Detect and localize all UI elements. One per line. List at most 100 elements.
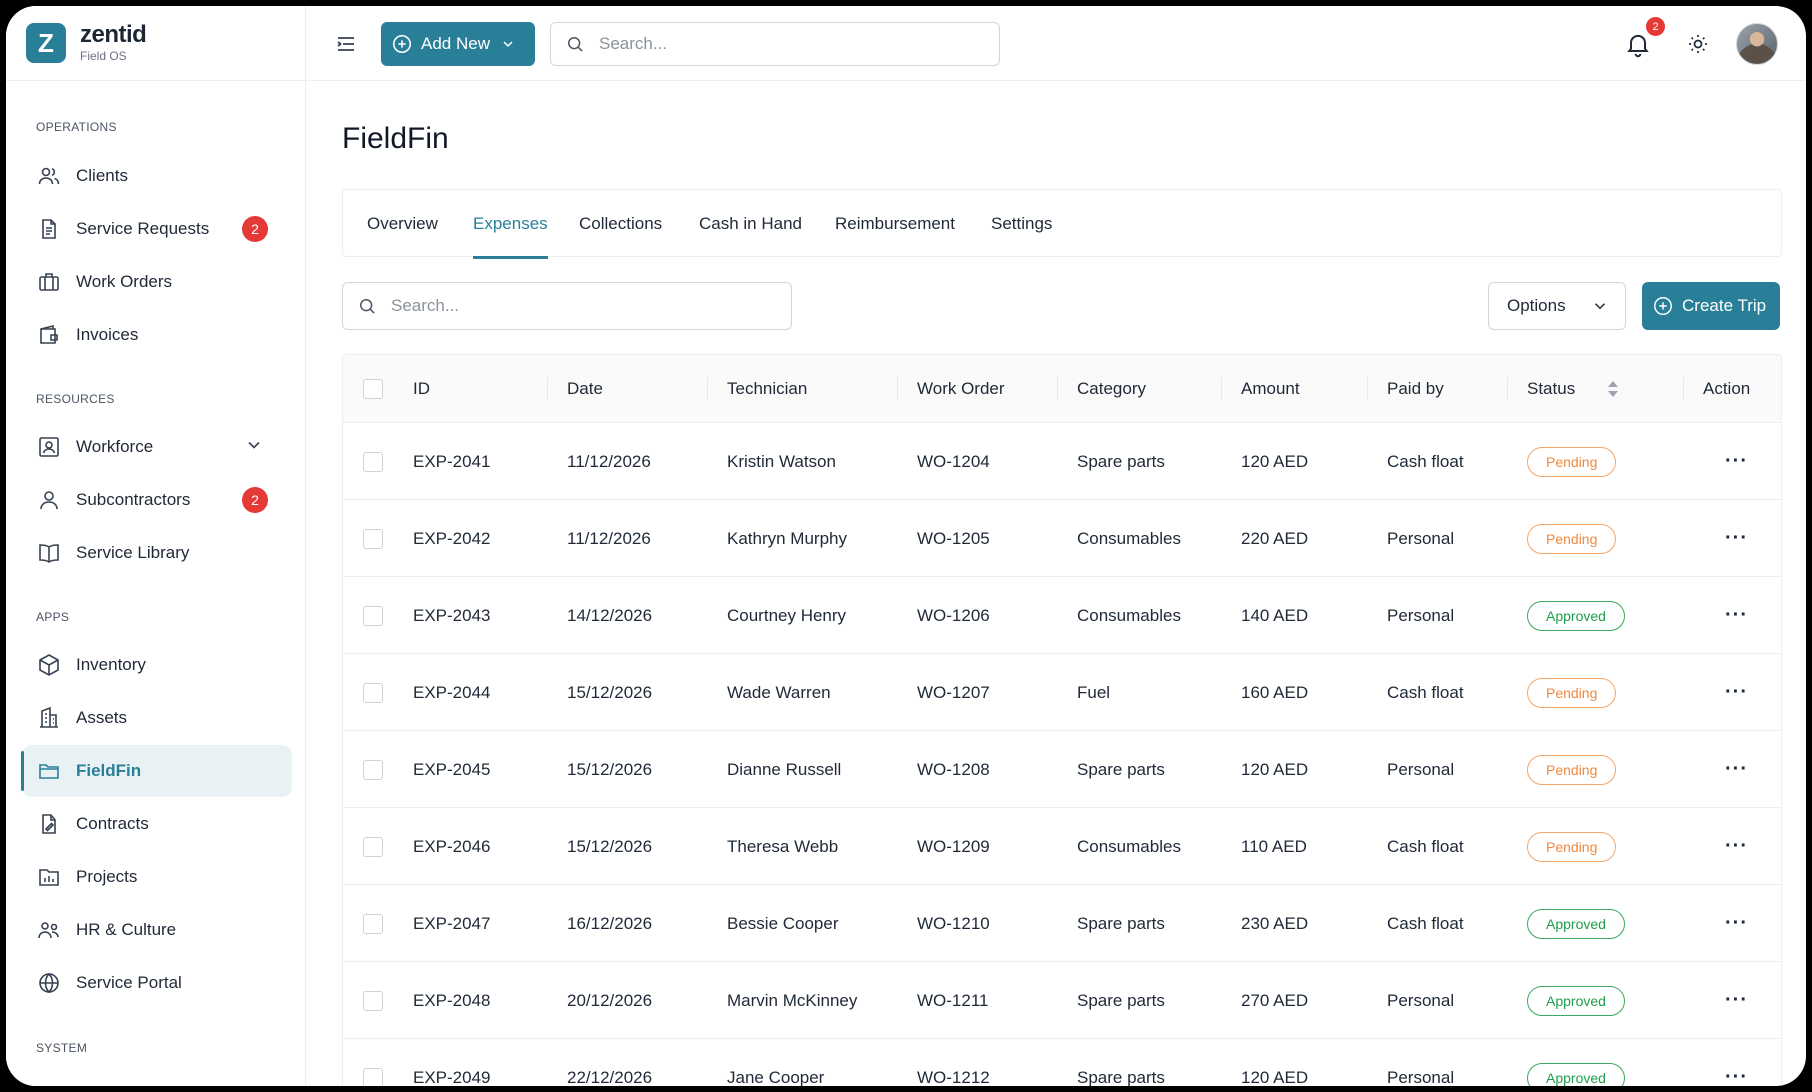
table-row[interactable]: EXP-2047 16/12/2026 Bessie Cooper WO-1210 Sp… (343, 885, 1781, 962)
col-status[interactable]: Status (1527, 355, 1575, 423)
cell-id: EXP-2043 (413, 605, 491, 625)
chevron-down-icon (1594, 303, 1606, 310)
sidebar-item-service-requests[interactable]: Service Requests 2 (22, 203, 292, 255)
row-checkbox[interactable] (363, 654, 383, 731)
cell-category: Spare parts (1077, 1067, 1165, 1087)
wallet-icon (36, 322, 62, 348)
sidebar-item-inventory[interactable]: Inventory (22, 639, 292, 691)
cell-amount: 270 AED (1241, 990, 1309, 1010)
chevron-down-icon[interactable] (244, 435, 264, 460)
cell-category: Consumables (1077, 605, 1181, 625)
more-actions-icon[interactable]: ··· (1725, 808, 1748, 885)
options-dropdown[interactable]: Options (1488, 282, 1626, 330)
row-checkbox[interactable] (363, 885, 383, 962)
more-actions-icon[interactable]: ··· (1725, 500, 1748, 577)
cell-paid-by: Personal (1387, 528, 1455, 548)
cell-technician: Kathryn Murphy (727, 528, 847, 548)
globe-icon (36, 970, 62, 996)
cell-amount: 160 AED (1241, 682, 1309, 702)
sort-icon[interactable] (1607, 355, 1619, 423)
table-row[interactable]: EXP-2045 15/12/2026 Dianne Russell WO-1208 S… (343, 731, 1781, 808)
sidebar-item-assets[interactable]: Assets (22, 692, 292, 744)
more-actions-icon[interactable]: ··· (1725, 885, 1748, 962)
table-row[interactable]: EXP-2044 15/12/2026 Wade Warren WO-1207 Fuel… (343, 654, 1781, 731)
cell-date: 20/12/2026 (567, 990, 653, 1010)
sidebar-item-contracts[interactable]: Contracts (22, 798, 292, 850)
cell-category: Fuel (1077, 682, 1111, 702)
row-checkbox[interactable] (363, 808, 383, 885)
table-row[interactable]: EXP-2042 11/12/2026 Kathryn Murphy WO-1205 C… (343, 500, 1781, 577)
more-actions-icon[interactable]: ··· (1725, 423, 1748, 500)
avatar[interactable] (1736, 23, 1778, 65)
row-checkbox[interactable] (363, 423, 383, 500)
cell-status: Pending (1527, 500, 1617, 577)
add-new-label: Add New (421, 34, 490, 53)
tab-reimbursement[interactable]: Reimbursement (835, 190, 955, 258)
col-id: ID (413, 379, 430, 398)
table-search[interactable] (342, 282, 792, 330)
table-search-input[interactable] (391, 296, 751, 316)
cell-date: 15/12/2026 (567, 682, 653, 702)
more-actions-icon[interactable]: ··· (1725, 962, 1748, 1039)
brand[interactable]: Z zentid Field OS (6, 6, 305, 81)
cube-icon (36, 652, 62, 678)
tab-collections[interactable]: Collections (579, 190, 662, 258)
table-row[interactable]: EXP-2049 22/12/2026 Jane Cooper WO-1212 Spar… (343, 1039, 1781, 1086)
table-row[interactable]: EXP-2041 11/12/2026 Kristin Watson WO-1204 S… (343, 423, 1781, 500)
tab-settings[interactable]: Settings (991, 190, 1052, 258)
cell-id: EXP-2041 (413, 451, 491, 471)
more-actions-icon[interactable]: ··· (1725, 731, 1748, 808)
sidebar-item-fieldfin[interactable]: FieldFin (21, 745, 292, 797)
sidebar-item-projects[interactable]: Projects (22, 851, 292, 903)
search-icon (360, 299, 375, 314)
cell-id: EXP-2046 (413, 836, 491, 856)
contract-icon (36, 811, 62, 837)
tab-overview[interactable]: Overview (367, 190, 438, 258)
cell-amount: 110 AED (1241, 836, 1307, 856)
more-actions-icon[interactable]: ··· (1725, 654, 1748, 731)
tab-cash-in-hand[interactable]: Cash in Hand (699, 190, 802, 258)
plus-circle-icon (1654, 297, 1672, 315)
table-row[interactable]: EXP-2043 14/12/2026 Courtney Henry WO-1206 C… (343, 577, 1781, 654)
cell-paid-by: Personal (1387, 1067, 1455, 1087)
brand-subtitle: Field OS (80, 49, 127, 63)
theme-toggle-icon[interactable] (1686, 32, 1710, 61)
cell-technician: Bessie Cooper (727, 913, 839, 933)
cell-category: Spare parts (1077, 451, 1165, 471)
row-checkbox[interactable] (363, 577, 383, 654)
section-resources: RESOURCES (36, 392, 115, 406)
cell-work-order: WO-1206 (917, 605, 990, 625)
cell-paid-by: Personal (1387, 990, 1455, 1010)
tab-expenses[interactable]: Expenses (473, 190, 548, 259)
create-trip-button[interactable]: Create Trip (1642, 282, 1780, 330)
row-checkbox[interactable] (363, 500, 383, 577)
sidebar-item-service-portal[interactable]: Service Portal (22, 957, 292, 1009)
cell-date: 11/12/2026 (567, 451, 651, 471)
sidebar-item-workforce[interactable]: Workforce (22, 421, 292, 473)
row-checkbox[interactable] (363, 1039, 383, 1086)
cell-status: Pending (1527, 731, 1617, 808)
status-badge: Approved (1527, 908, 1625, 939)
sidebar-item-service-library[interactable]: Service Library (22, 527, 292, 579)
sidebar-item-hr-culture[interactable]: HR & Culture (22, 904, 292, 956)
menu-collapse-icon[interactable] (334, 32, 358, 56)
add-new-button[interactable]: Add New (381, 22, 535, 66)
more-actions-icon[interactable]: ··· (1725, 1039, 1748, 1086)
sidebar-item-subcontractors[interactable]: Subcontractors 2 (22, 474, 292, 526)
table-row[interactable]: EXP-2046 15/12/2026 Theresa Webb WO-1209 Con… (343, 808, 1781, 885)
sidebar-item-work-orders[interactable]: Work Orders (22, 256, 292, 308)
global-search[interactable] (550, 22, 1000, 66)
select-all-checkbox[interactable] (363, 355, 383, 423)
row-checkbox[interactable] (363, 962, 383, 1039)
row-checkbox[interactable] (363, 731, 383, 808)
more-actions-icon[interactable]: ··· (1725, 577, 1748, 654)
table-row[interactable]: EXP-2048 20/12/2026 Marvin McKinney WO-1211… (343, 962, 1781, 1039)
sidebar-item-clients[interactable]: Clients (22, 150, 292, 202)
col-paid-by: Paid by (1387, 379, 1444, 398)
sidebar-item-label: Subcontractors (76, 490, 191, 509)
sidebar-item-invoices[interactable]: Invoices (22, 309, 292, 361)
bell-icon[interactable] (1624, 30, 1652, 63)
global-search-input[interactable] (599, 34, 959, 54)
cell-technician: Theresa Webb (727, 836, 839, 856)
status-badge: Pending (1527, 523, 1617, 554)
